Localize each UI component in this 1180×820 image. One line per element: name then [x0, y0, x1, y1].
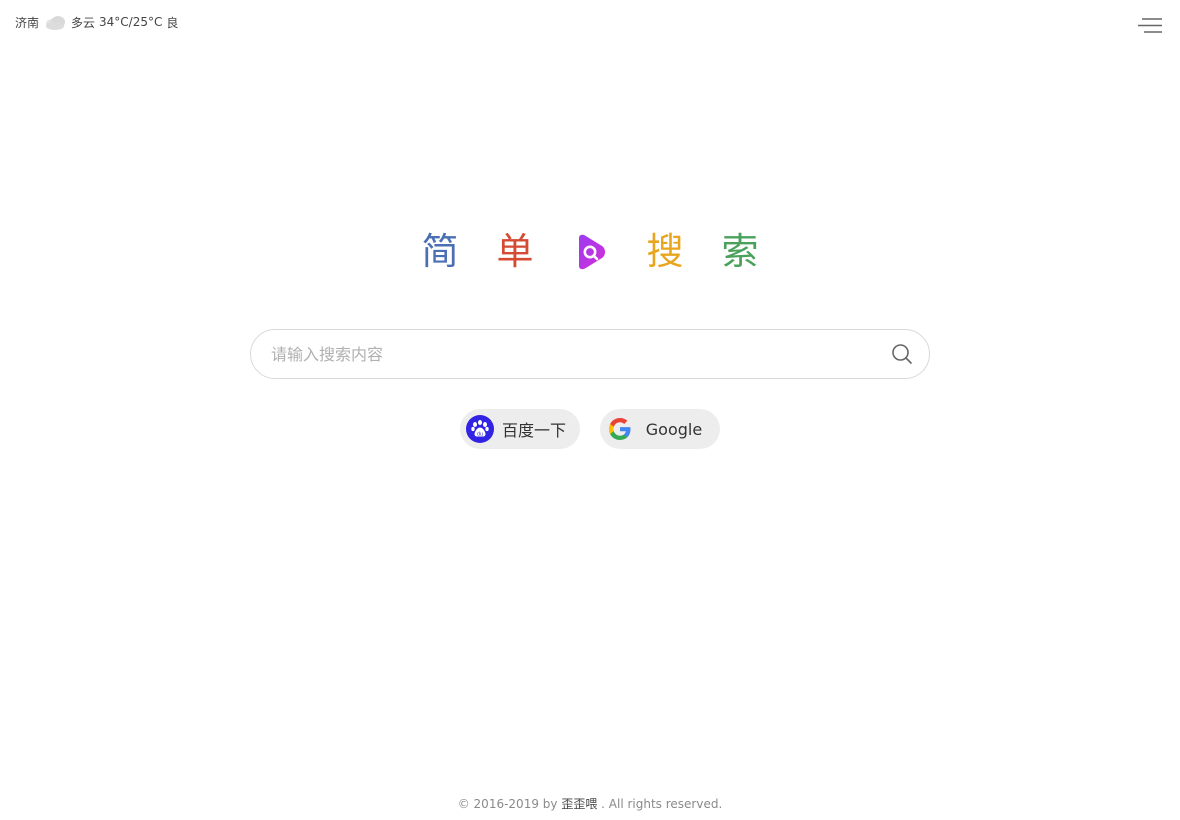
google-search-label: Google	[645, 419, 703, 439]
google-search-button[interactable]: Google	[600, 409, 720, 449]
search-engines: du 百度一下 Google	[0, 409, 1180, 449]
footer-author-link[interactable]: 歪歪喂	[561, 797, 597, 811]
menu-icon	[1138, 18, 1162, 33]
logo-char-1: 简	[421, 230, 459, 273]
baidu-search-label: 百度一下	[501, 421, 566, 440]
google-icon	[609, 418, 631, 440]
weather-city: 济南	[15, 15, 40, 30]
cloud-icon	[46, 16, 66, 30]
search-box	[250, 329, 930, 379]
svg-text:du: du	[477, 432, 483, 438]
footer-suffix: . All rights reserved.	[597, 797, 723, 811]
search-icon[interactable]	[891, 343, 913, 365]
logo-char-2: 单	[496, 230, 534, 273]
weather-condition: 多云	[71, 15, 96, 30]
site-logo: 简 单 搜 索	[0, 224, 1180, 280]
logo-char-3: 搜	[646, 230, 684, 273]
play-logo-icon	[579, 234, 605, 270]
footer: © 2016-2019 by 歪歪喂 . All rights reserved…	[0, 795, 1180, 812]
baidu-search-button[interactable]: du 百度一下	[460, 409, 580, 449]
weather-widget[interactable]: 济南 多云 34°C/25°C 良	[15, 13, 178, 31]
weather-air-quality: 良	[166, 15, 179, 30]
menu-button[interactable]	[1136, 16, 1164, 36]
search-input[interactable]	[251, 343, 891, 365]
baidu-paw-icon: du	[466, 415, 494, 443]
footer-prefix: © 2016-2019 by	[457, 797, 562, 811]
page: 济南 多云 34°C/25°C 良 简 单 搜 索 请输入搜索内容 du 百度一…	[0, 0, 1180, 820]
logo-char-4: 索	[721, 230, 759, 273]
weather-temperature: 34°C/25°C	[99, 15, 163, 29]
